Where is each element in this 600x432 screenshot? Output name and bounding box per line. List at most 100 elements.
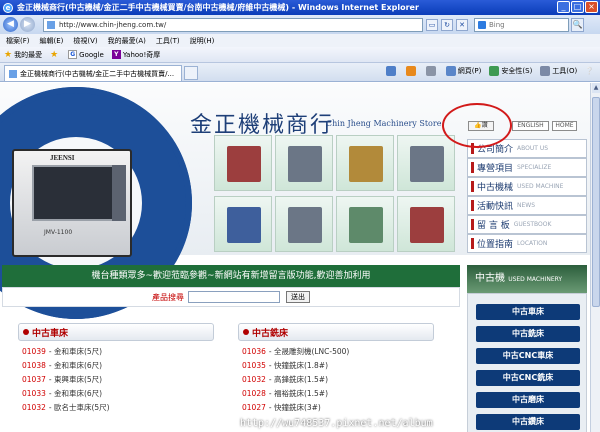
side-item-location[interactable]: 位置指南 LOCATION [467,234,587,253]
safety-command[interactable]: 安全性(S) [489,66,532,76]
add-favorite-button[interactable]: ★ [50,50,60,60]
home-icon [385,66,396,76]
command-bar: 網頁(P) 安全性(S) 工具(O) ❔ [378,66,594,76]
new-tab-button[interactable] [184,66,198,80]
print-icon [425,66,436,76]
list-item[interactable]: 01038- 金和車床(6尺) [22,359,110,373]
machine-thumbnail[interactable] [397,195,455,252]
list-item[interactable]: 01039- 金和車床(5尺) [22,345,110,359]
menu-bar: 檔案(F) 編輯(E) 檢視(V) 我的最愛(A) 工具(T) 說明(H) [0,34,600,47]
refresh-icon[interactable]: ↻ [441,18,453,31]
site-banner: JEENSI JMV-1100 金正機械商行 Chin Jheng Machin… [0,83,590,319]
ie-icon: e [3,2,13,13]
favorites-label: 我的最愛 [14,50,43,59]
compat-icon[interactable]: ▭ [426,18,438,31]
used-lathe-button[interactable]: 中古車床 [476,304,580,320]
used-drill-button[interactable]: 中古鑽床 [476,414,580,430]
side-item-news[interactable]: 活動快訊 NEWS [467,196,587,215]
shop-name-en: Chin Jheng Machinery Store [326,119,442,128]
menu-view[interactable]: 檢視(V) [73,36,97,46]
used-cnc-lathe-button[interactable]: 中古CNC車床 [476,348,580,364]
machine-thumbnail[interactable] [214,195,272,252]
category-title: 中古車床 [32,328,69,339]
highlight-circle [442,103,512,148]
favorite-yahoo[interactable]: Y Yahoo!奇摩 [111,50,160,60]
machine-thumbnail[interactable] [275,135,333,191]
menu-edit[interactable]: 編輯(E) [40,36,64,46]
scroll-up-icon[interactable]: ▲ [592,83,600,93]
list-item[interactable]: 01035- 快鐘銑床(1.8#) [242,359,349,373]
side-item-used-machine[interactable]: 中古機械 USED MACHINE [467,177,587,196]
machine-thumbnail[interactable] [214,135,272,191]
page-menu-icon [445,66,456,76]
category-title: 中古銑床 [252,328,289,339]
category-lathe-header[interactable]: 中古車床 [18,323,214,341]
menu-favorites[interactable]: 我的最愛(A) [108,36,146,46]
product-search-input[interactable] [188,291,280,303]
feeds-command[interactable] [405,66,418,76]
safety-command-label: 安全性(S) [501,67,533,75]
machine-thumbnail[interactable] [336,135,394,191]
list-item[interactable]: 01037- 東興車床(5尺) [22,373,110,387]
side-item-label: 專營項目 [477,164,514,174]
add-star-icon: ★ [50,49,59,60]
menu-file[interactable]: 檔案(F) [6,36,30,46]
stop-icon[interactable]: ✕ [456,18,468,31]
search-button[interactable]: 🔍 [571,17,584,32]
tools-command[interactable]: 工具(O) [540,66,577,76]
machine-door [32,165,116,221]
news-marquee: 機台種類眾多~歡迎蒞臨參觀~新網站有新增留言版功能,歡迎善加利用 [2,265,460,287]
side-item-specialize[interactable]: 專營項目 SPECIALIZE [467,158,587,177]
side-menu: 公司簡介 ABOUT US 專營項目 SPECIALIZE 中古機械 USED MAC… [467,139,587,253]
machine-model: JMV-1100 [44,229,73,236]
rss-icon [405,66,416,76]
side-item-label: 中古機械 [477,183,514,193]
side-item-label: 留 言 板 [477,221,510,231]
mill-list: 01036- 全晟雕刻機(LNC-500) 01035- 快鐘銑床(1.8#) … [242,345,349,415]
home-button[interactable]: HOME [552,121,577,131]
english-button[interactable]: ENGLISH [512,121,549,131]
list-item[interactable]: 01027- 快鐘銑床(3#) [242,401,349,415]
used-mill-button[interactable]: 中古銑床 [476,326,580,342]
machine-thumbnail[interactable] [397,135,455,191]
side-item-en: USED MACHINE [517,183,564,190]
close-button[interactable]: × [585,1,598,13]
yahoo-icon: Y [111,50,121,59]
search-input[interactable]: Bing [474,17,569,32]
favorites-button[interactable]: ★ 我的最愛 [4,50,42,60]
maximize-button[interactable]: □ [571,1,584,13]
list-item[interactable]: 01033- 金和車床(6尺) [22,387,110,401]
tab-bar: 金正機械商行(中古機械/金正二手中古機械買賣/... 網頁(P) 安全性(S) … [0,63,600,82]
list-item[interactable]: 01032- 歐名士車床(5尺) [22,401,110,415]
used-grinder-button[interactable]: 中古磨床 [476,392,580,408]
page-command[interactable]: 網頁(P) [445,66,481,76]
vertical-scrollbar[interactable]: ▲ [590,83,600,432]
scroll-thumb[interactable] [592,97,600,307]
url-input[interactable]: http://www.chin-jheng.com.tw/ [43,17,423,32]
favorite-google-label: Google [79,50,104,59]
side-item-en: SPECIALIZE [517,164,552,171]
list-item[interactable]: 01036- 全晟雕刻機(LNC-500) [242,345,349,359]
list-item[interactable]: 01028- 福裕銑床(1.5#) [242,387,349,401]
help-command[interactable]: ❔ [585,67,594,75]
menu-help[interactable]: 說明(H) [190,36,215,46]
machine-thumbnail-grid [214,135,464,253]
list-item[interactable]: 01032- 高鋒銑床(1.5#) [242,373,349,387]
forward-button[interactable]: ▶ [20,17,35,32]
favorite-google[interactable]: G Google [68,50,104,59]
bullet-icon [23,329,29,335]
category-mill-header[interactable]: 中古銑床 [238,323,434,341]
menu-tools[interactable]: 工具(T) [156,36,180,46]
side-item-en: LOCATION [517,240,548,247]
lathe-list: 01039- 金和車床(5尺) 01038- 金和車床(6尺) 01037- 東… [22,345,110,415]
back-button[interactable]: ◀ [3,17,18,32]
product-search-button[interactable]: 送出 [286,291,310,303]
tab-current[interactable]: 金正機械商行(中古機械/金正二手中古機械買賣/... [4,65,182,81]
machine-thumbnail[interactable] [336,195,394,252]
home-command[interactable] [385,66,398,76]
machine-thumbnail[interactable] [275,195,333,252]
print-command[interactable] [425,66,438,76]
minimize-button[interactable]: _ [557,1,570,13]
side-item-guestbook[interactable]: 留 言 板 GUESTBOOK [467,215,587,234]
used-cnc-mill-button[interactable]: 中古CNC銑床 [476,370,580,386]
